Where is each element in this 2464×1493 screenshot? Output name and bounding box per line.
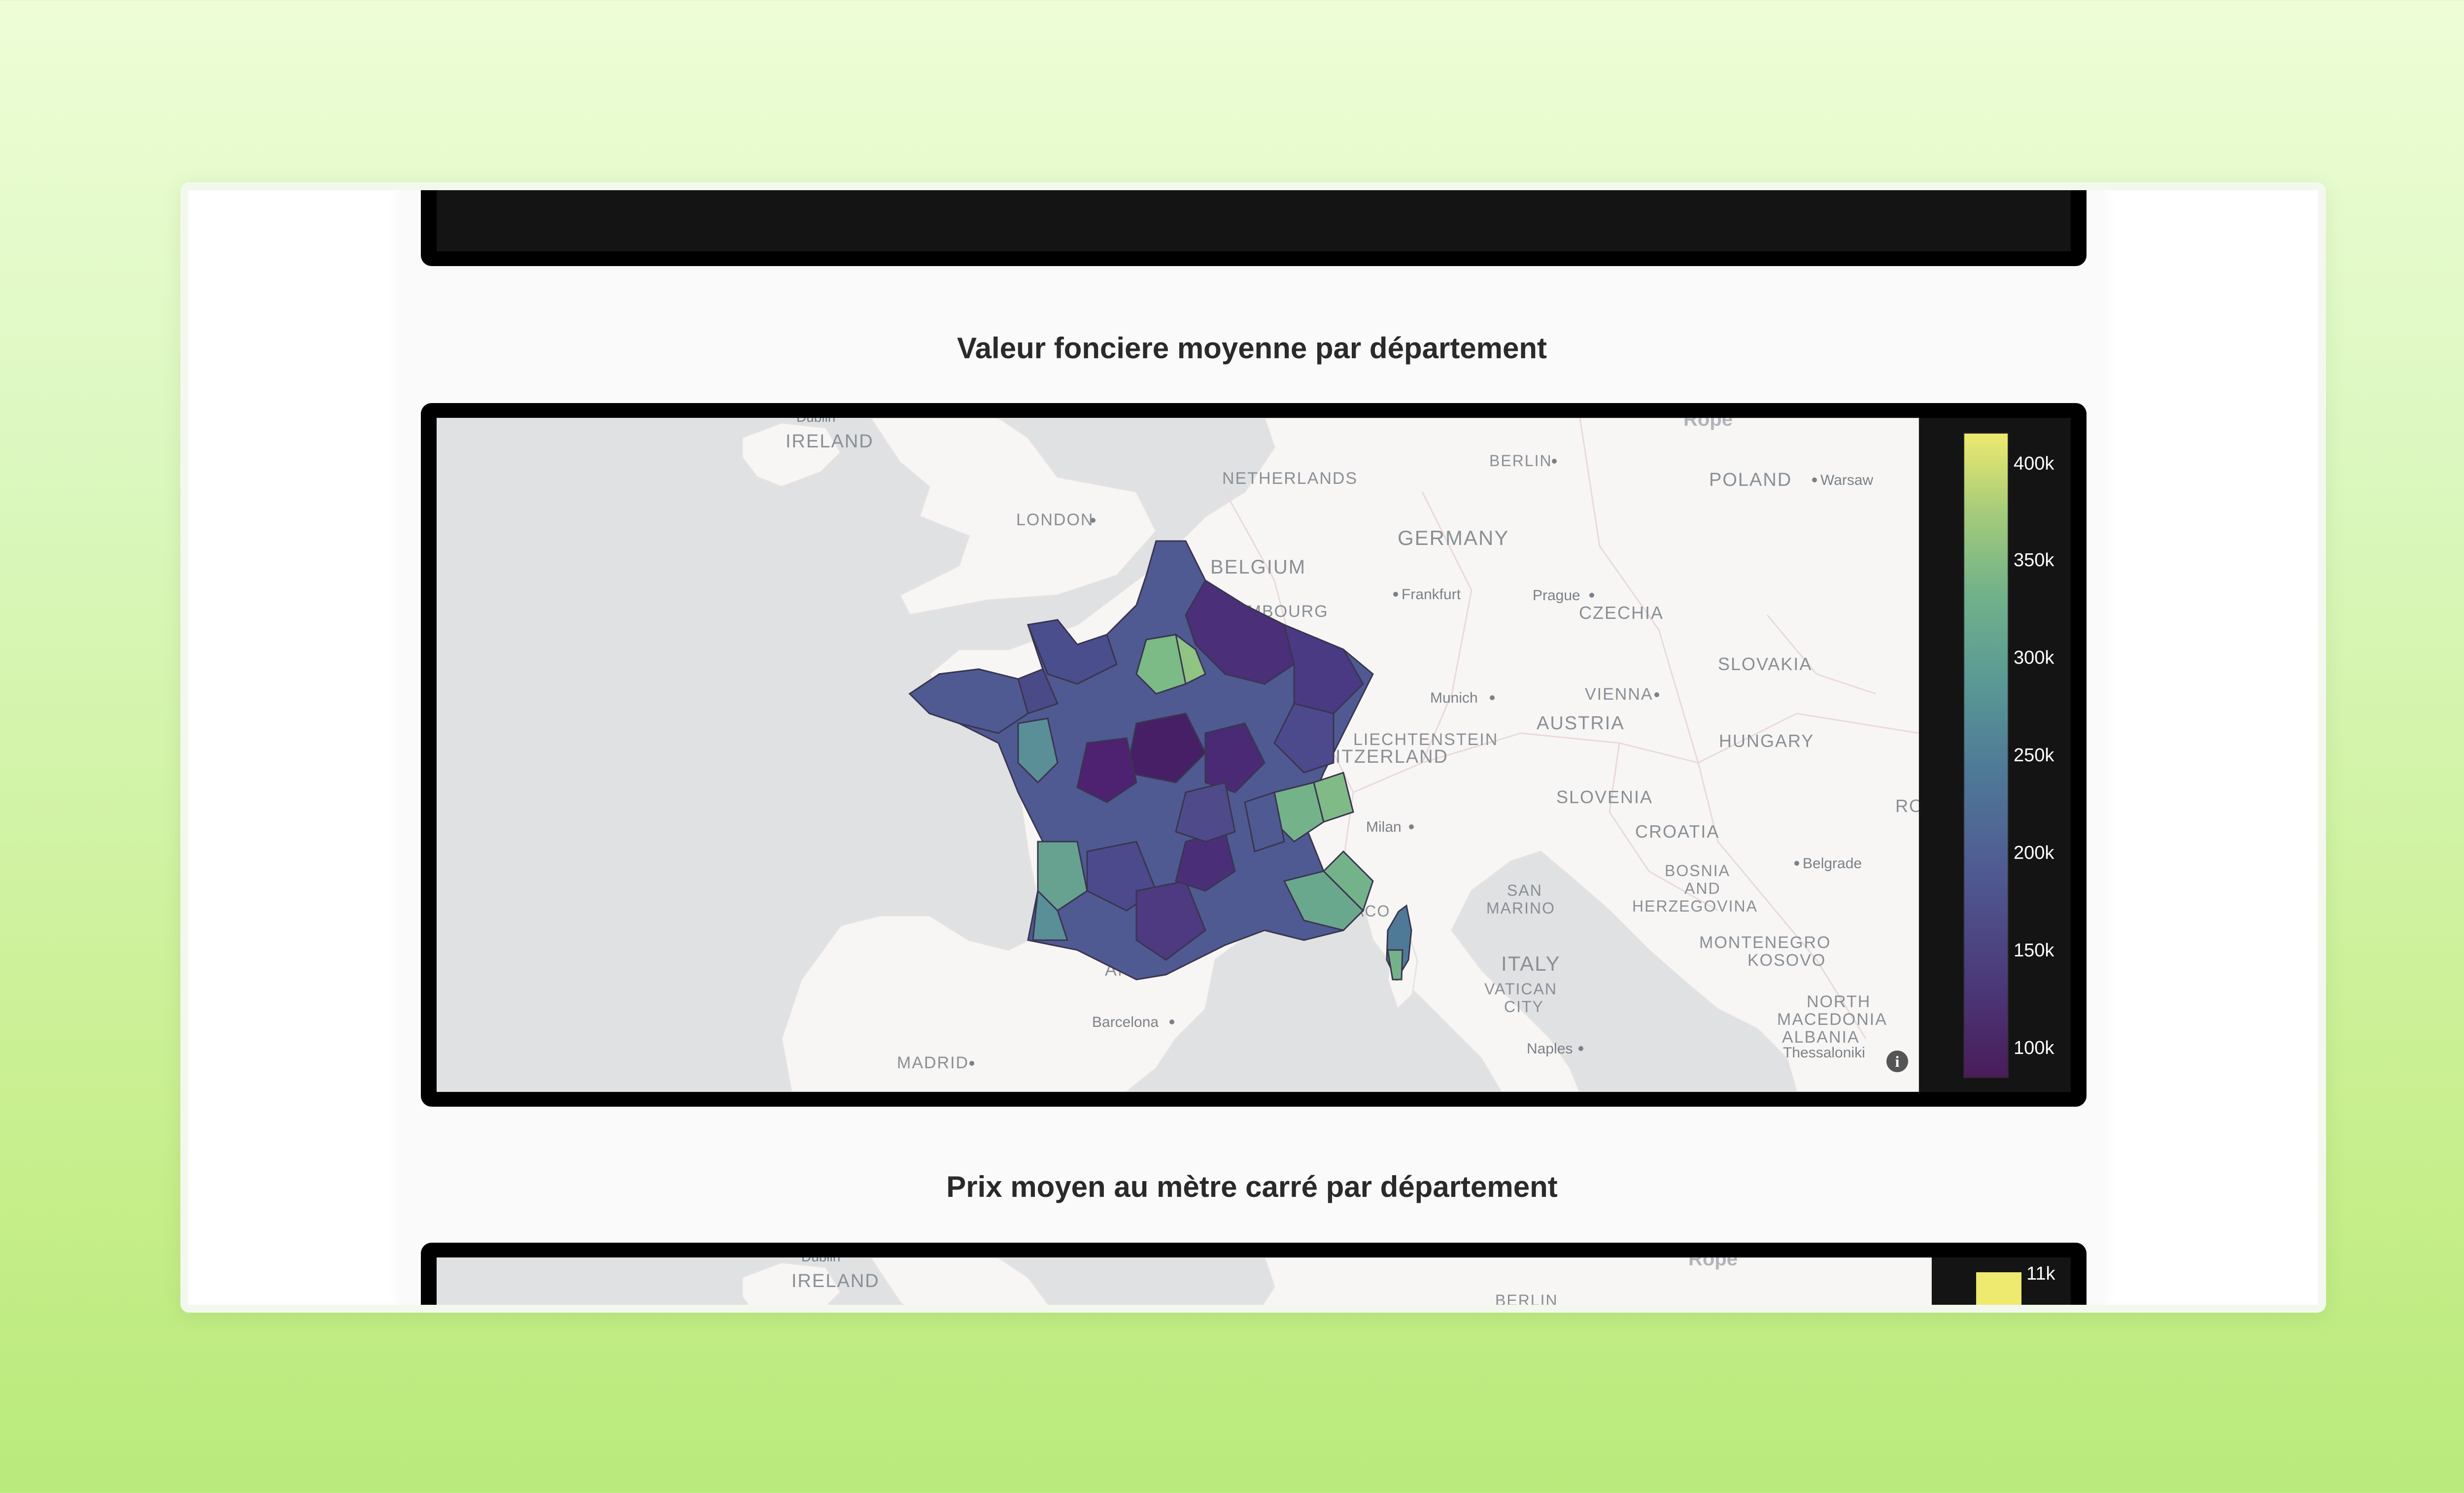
label-bosnia-1: BOSNIA	[1665, 862, 1730, 880]
colorbar-tick-300k: 300k	[2014, 647, 2054, 668]
colorbar	[1963, 433, 2009, 1078]
label-italy: ITALY	[1501, 952, 1560, 975]
chart-title-prix-m2: Prix moyen au mètre carré par départemen…	[946, 1170, 1558, 1203]
london-dot	[1091, 518, 1095, 523]
label-belgium: BELGIUM	[1210, 556, 1306, 578]
berlin-dot	[1552, 459, 1557, 464]
label-croatia: CROATIA	[1635, 821, 1719, 842]
previous-chart-panel	[421, 190, 2087, 266]
label-vienna: VIENNA	[1585, 685, 1653, 704]
label-dublin: Dublin	[796, 418, 835, 425]
milan-dot	[1409, 824, 1414, 829]
colorbar-2	[1976, 1272, 2021, 1305]
label-san-marino-1: SAN	[1507, 882, 1542, 899]
label-berlin: BERLIN	[1489, 452, 1552, 470]
label-belgrade: Belgrade	[1803, 855, 1862, 872]
label-ireland: IRELAND	[786, 431, 874, 452]
belgrade-dot	[1794, 861, 1799, 866]
label-switzerland: WITZERLAND	[1317, 746, 1448, 767]
colorbar-tick-100k: 100k	[2014, 1038, 2054, 1058]
browser-viewport[interactable]: Valeur fonciere moyenne par département	[188, 190, 2318, 1305]
choropleth-map-2[interactable]: IRELAND Dublin BERLIN Rope	[437, 1257, 1932, 1305]
label-milan: Milan	[1366, 819, 1402, 835]
label-europe-fragment-2: Rope	[1688, 1257, 1738, 1270]
map-svg: IRELAND Dublin NETHERLANDS BERLIN POLAND…	[437, 418, 1919, 1092]
map-chart-prix-m2: IRELAND Dublin BERLIN Rope 11k	[421, 1243, 2087, 1305]
label-vatican-2: CITY	[1504, 998, 1544, 1016]
label-ireland-2: IRELAND	[791, 1271, 880, 1291]
label-albania: ALBANIA	[1782, 1028, 1860, 1047]
naples-dot	[1578, 1046, 1583, 1051]
label-poland: POLAND	[1709, 470, 1792, 490]
barcelona-dot	[1169, 1019, 1174, 1024]
frankfurt-dot	[1393, 592, 1398, 597]
label-europe-fragment: Rope	[1683, 418, 1733, 430]
label-prague: Prague	[1533, 587, 1580, 604]
colorbar-tick-11k: 11k	[2026, 1263, 2055, 1284]
label-munich: Munich	[1430, 690, 1478, 706]
label-slovakia: SLOVAKIA	[1718, 654, 1812, 674]
label-berlin-2: BERLIN	[1495, 1291, 1558, 1305]
vienna-dot	[1654, 692, 1659, 697]
colorbar-area: 400k 350k 300k 250k 200k 150k 100k	[1919, 418, 2071, 1092]
label-london: LONDON	[1016, 510, 1094, 529]
label-montenegro: MONTENEGRO	[1699, 933, 1831, 952]
warsaw-dot	[1812, 477, 1817, 482]
label-north-macedonia-1: NORTH	[1807, 992, 1871, 1011]
map-chart-valeur-fonciere: IRELAND Dublin NETHERLANDS BERLIN POLAND…	[421, 403, 2087, 1107]
label-thessaloniki: Thessaloniki	[1783, 1045, 1865, 1061]
label-slovenia: SLOVENIA	[1556, 787, 1653, 807]
chart-title-valeur-fonciere: Valeur fonciere moyenne par département	[957, 332, 1547, 365]
browser-window-frame: Valeur fonciere moyenne par département	[180, 182, 2326, 1313]
colorbar-tick-400k: 400k	[2014, 453, 2054, 474]
munich-dot	[1490, 695, 1495, 700]
label-dublin-2: Dublin	[801, 1257, 840, 1264]
label-netherlands: NETHERLANDS	[1222, 469, 1358, 488]
label-bosnia-3: HERZEGOVINA	[1632, 897, 1758, 915]
colorbar-tick-350k: 350k	[2014, 550, 2054, 571]
colorbar-tick-200k: 200k	[2014, 843, 2054, 863]
label-austria: AUSTRIA	[1537, 713, 1625, 734]
madrid-dot	[969, 1061, 974, 1066]
label-naples: Naples	[1527, 1041, 1573, 1057]
prague-dot	[1589, 593, 1594, 598]
label-madrid: MADRID	[897, 1053, 969, 1072]
label-hungary: HUNGARY	[1719, 731, 1814, 751]
label-san-marino-2: MARINO	[1486, 899, 1555, 917]
label-germany: GERMANY	[1398, 526, 1509, 549]
label-barcelona: Barcelona	[1092, 1014, 1159, 1030]
info-icon[interactable]: i	[1886, 1051, 1908, 1072]
label-frankfurt: Frankfurt	[1402, 586, 1461, 603]
map2-svg: IRELAND Dublin BERLIN Rope	[437, 1257, 1932, 1305]
label-north-macedonia-2: MACEDONIA	[1777, 1010, 1887, 1029]
colorbar-tick-150k: 150k	[2014, 940, 2054, 961]
label-ro-fragment: RO	[1895, 796, 1919, 816]
previous-chart-area	[437, 190, 2071, 251]
content-column: Valeur fonciere moyenne par département	[399, 190, 2105, 1305]
colorbar-area-2: 11k	[1932, 1257, 2071, 1305]
label-bosnia-2: AND	[1684, 880, 1721, 897]
label-warsaw: Warsaw	[1820, 472, 1874, 488]
label-czechia: CZECHIA	[1579, 603, 1664, 623]
label-vatican-1: VATICAN	[1484, 980, 1557, 998]
colorbar-tick-250k: 250k	[2014, 745, 2054, 766]
label-kosovo: KOSOVO	[1747, 951, 1826, 970]
choropleth-map[interactable]: IRELAND Dublin NETHERLANDS BERLIN POLAND…	[437, 418, 1919, 1092]
